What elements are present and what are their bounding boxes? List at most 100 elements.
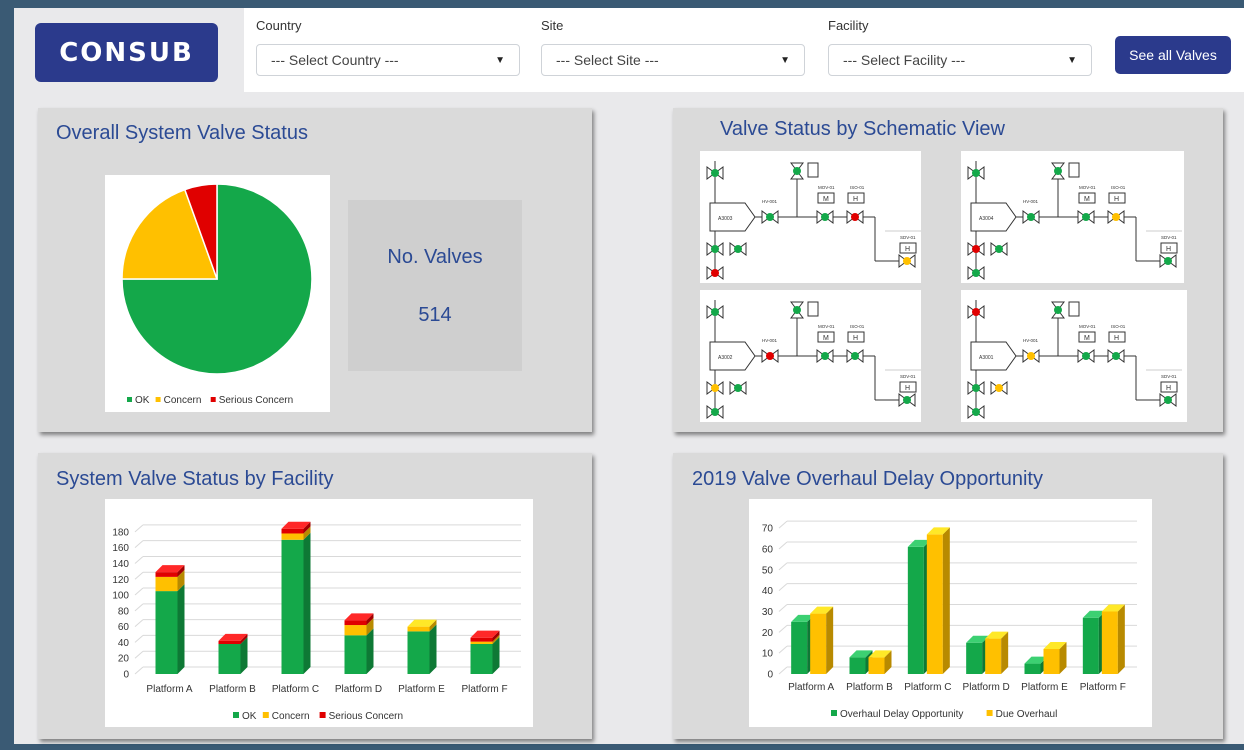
iso-letter: H (853, 196, 858, 203)
chevron-down-icon: ▼ (1067, 54, 1077, 66)
y-tick-label: 50 (762, 565, 774, 576)
valve-mov-indicator (1082, 213, 1090, 221)
valve-tag-iso: ISO-01 (1111, 324, 1126, 329)
site-select[interactable]: --- Select Site --- ▼ (541, 44, 805, 76)
gridline-edge (778, 666, 788, 675)
top-frame (0, 0, 1244, 8)
actuator-box (807, 162, 819, 178)
y-tick-label: 60 (118, 622, 130, 633)
valve-side-3-indicator (972, 269, 980, 277)
valve-sdv-indicator (1164, 396, 1172, 404)
valve-hv-indicator (1027, 213, 1035, 221)
schematic-view-2[interactable]: A3004 HV-001 M MOV-01 H ISO-01 H SDV-01 (961, 151, 1184, 283)
y-tick-label: 40 (118, 638, 130, 649)
schematic-view-3[interactable]: A3002 HV-001 M MOV-01 H ISO-01 H SDV-01 (700, 290, 921, 422)
valve-tag-iso: ISO-01 (850, 324, 865, 329)
legend-label: Due Overhaul (996, 709, 1058, 720)
gridline-edge (134, 540, 144, 549)
bar-segment-side (429, 624, 437, 674)
bar-due-side (826, 606, 834, 674)
valve-iso-indicator (851, 352, 859, 360)
legend-label: Overhaul Delay Opportunity (840, 709, 963, 720)
y-tick-label: 70 (762, 524, 774, 535)
facility-select[interactable]: --- Select Facility --- ▼ (828, 44, 1092, 76)
y-tick-label: 40 (762, 586, 774, 597)
overhaul-title: 2019 Valve Overhaul Delay Opportunity (692, 468, 1043, 490)
valve-side-3-indicator (972, 408, 980, 416)
y-tick-label: 20 (762, 628, 774, 639)
gridline-edge (134, 666, 144, 675)
valve-tag-sdv: SDV-01 (1161, 374, 1177, 379)
bar-segment (344, 620, 367, 626)
gridline-edge (134, 603, 144, 612)
bar-due (1043, 649, 1060, 674)
valve-tag-iso: ISO-01 (1111, 185, 1126, 190)
y-tick-label: 80 (118, 606, 130, 617)
valve-side-4-indicator (734, 384, 742, 392)
sdv-letter: H (905, 246, 910, 253)
x-tick-label: Platform F (1080, 682, 1126, 693)
bar-due-side (1117, 604, 1125, 674)
bar-segment (281, 539, 304, 674)
valve-hv-indicator (766, 352, 774, 360)
valve-tag-hv: HV-001 (1023, 199, 1039, 204)
gridline-edge (134, 524, 144, 533)
vessel-tag: A3003 (718, 216, 733, 222)
y-tick-label: 0 (123, 670, 129, 681)
legend-label: Concern (164, 395, 202, 406)
x-tick-label: Platform A (146, 684, 192, 695)
valve-mov-indicator (821, 213, 829, 221)
schematic-view-1[interactable]: A3003 HV-001 M MOV-01 H ISO-01 H SDV-01 (700, 151, 921, 283)
y-tick-label: 30 (762, 607, 774, 618)
valve-count-value: 514 (418, 304, 452, 326)
schematic-view-4[interactable]: A3001 HV-001 M MOV-01 H ISO-01 H SDV-01 (961, 290, 1187, 422)
bar-segment (155, 576, 178, 592)
mov-letter: M (823, 335, 829, 342)
valve-hv-indicator (766, 213, 774, 221)
country-select[interactable]: --- Select Country --- ▼ (256, 44, 520, 76)
overhaul-bar-chart: 0 10 20 30 40 50 60 70 Platform A Platform B Platf… (762, 520, 1137, 720)
bar-due (926, 534, 943, 674)
chevron-down-icon: ▼ (780, 54, 790, 66)
legend-label: Concern (272, 711, 310, 722)
see-all-valves-button[interactable]: See all Valves (1115, 36, 1231, 74)
iso-letter: H (1114, 196, 1119, 203)
x-tick-label: Platform E (1021, 682, 1068, 693)
y-tick-label: 20 (118, 654, 130, 665)
valve-side-2-indicator (972, 384, 980, 392)
valve-side-2-indicator (711, 245, 719, 253)
vessel-shape (709, 202, 756, 232)
bar-segment (470, 641, 493, 644)
valve-tag-mov: MOV-01 (1079, 185, 1096, 190)
valve-iso-indicator (1112, 213, 1120, 221)
vessel-shape (970, 341, 1017, 371)
valve-top-indicator (793, 306, 801, 314)
facility-stacked-bar-chart: 0 20 40 60 80 100 120 140 160 180 Platform A Platfo… (112, 521, 521, 722)
bar-segment (281, 533, 304, 540)
y-tick-label: 140 (112, 559, 129, 570)
y-tick-label: 0 (767, 670, 773, 681)
valve-top-indicator (793, 167, 801, 175)
valve-tag-mov: MOV-01 (818, 324, 835, 329)
valve-side-2-indicator (972, 245, 980, 253)
bar-delay (791, 621, 808, 674)
valve-tag-hv: HV-001 (762, 199, 778, 204)
gridline-edge (778, 624, 788, 633)
gridline-edge (778, 541, 788, 550)
iso-letter: H (853, 335, 858, 342)
bar-segment-side (366, 628, 374, 674)
valve-tag-sdv: SDV-01 (1161, 235, 1177, 240)
vessel-tag: A3002 (718, 355, 733, 361)
facility-status-title: System Valve Status by Facility (56, 468, 334, 490)
x-tick-label: Platform D (335, 684, 382, 695)
gridline-edge (778, 520, 788, 529)
valve-tag-sdv: SDV-01 (900, 374, 916, 379)
valve-count-card: No. Valves 514 (348, 200, 522, 371)
pie-chart-box: OK Concern Serious Concern (105, 175, 330, 412)
bar-delay (1082, 617, 1099, 674)
legend-swatch (831, 710, 837, 716)
valve-count-label: No. Valves (387, 246, 483, 268)
valve-side-4-indicator (995, 245, 1003, 253)
x-tick-label: Platform E (398, 684, 445, 695)
y-tick-label: 120 (112, 575, 129, 586)
